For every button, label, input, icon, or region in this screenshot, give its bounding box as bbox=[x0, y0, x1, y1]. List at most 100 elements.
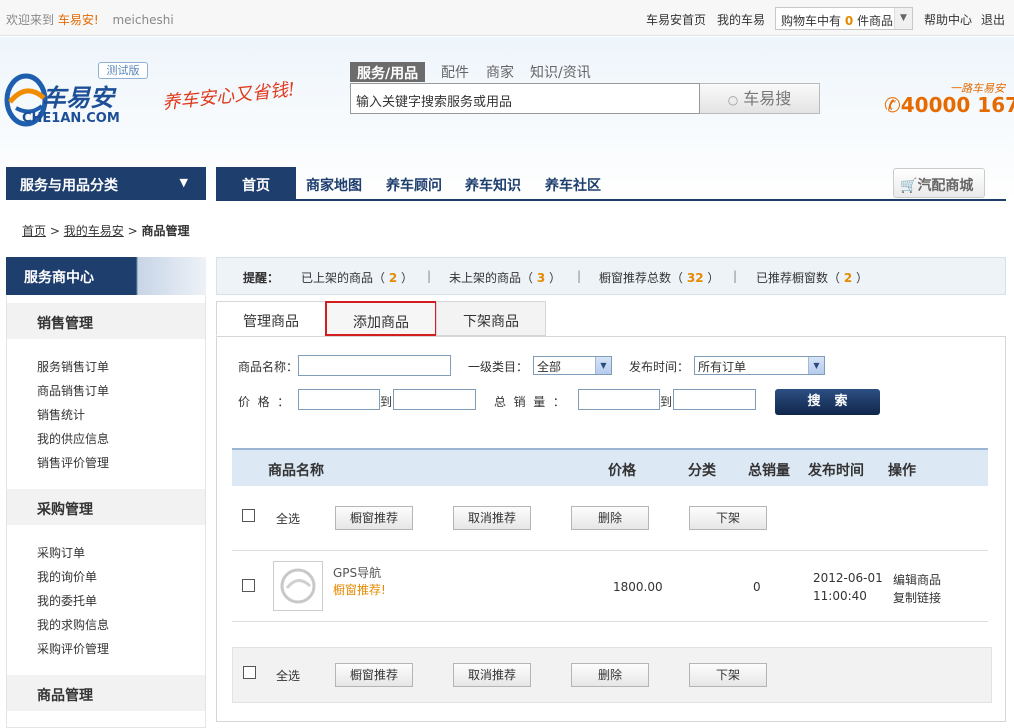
table-header: 商品名称 价格 分类 总销量 发布时间 操作 bbox=[232, 448, 988, 486]
category-select-value: 全部 bbox=[537, 360, 562, 374]
nav-car-community[interactable]: 养车社区 bbox=[545, 167, 601, 200]
filter-search-button[interactable]: 搜索 bbox=[775, 389, 880, 415]
search-input[interactable]: 输入关键字搜索服务或用品 bbox=[350, 83, 700, 114]
window-recommend-button[interactable]: 橱窗推荐 bbox=[335, 506, 413, 530]
cart-dropdown[interactable]: 购物车中有 0 件商品 ▼ bbox=[775, 7, 913, 30]
cart-icon: 🛒 bbox=[900, 178, 918, 194]
col-actions: 操作 bbox=[888, 463, 916, 479]
sidebar-group-purchasing[interactable]: 采购管理 bbox=[7, 489, 205, 525]
reminder-unlisted[interactable]: 未上架的商品（ 3 ） bbox=[449, 269, 561, 286]
cancel-recommend-button-bottom[interactable]: 取消推荐 bbox=[453, 663, 531, 687]
caret-down-icon: ▼ bbox=[179, 176, 188, 189]
sales-to-label: 到 bbox=[660, 395, 673, 409]
product-thumbnail[interactable] bbox=[273, 561, 323, 611]
product-name-input[interactable] bbox=[298, 355, 451, 376]
product-time: 11:00:40 bbox=[813, 589, 867, 603]
tab-manage-products[interactable]: 管理商品 bbox=[216, 301, 326, 336]
parts-mall-button[interactable]: 🛒汽配商城 bbox=[893, 168, 985, 198]
sidebar-group-sales[interactable]: 销售管理 bbox=[7, 303, 205, 339]
sidebar-group-products[interactable]: 商品管理 bbox=[7, 675, 205, 711]
breadcrumb-current: 商品管理 bbox=[141, 224, 190, 238]
select-all-label-bottom: 全选 bbox=[276, 669, 301, 683]
sidebar-item-supply-info[interactable]: 我的供应信息 bbox=[37, 430, 109, 447]
sidebar-item-sales-stats[interactable]: 销售统计 bbox=[37, 406, 85, 423]
parts-mall-label: 汽配商城 bbox=[917, 178, 974, 194]
sidebar-item-wanted[interactable]: 我的求购信息 bbox=[37, 616, 109, 633]
reminder-unlisted-count: 3 bbox=[536, 271, 546, 285]
copy-link-link[interactable]: 复制链接 bbox=[893, 589, 941, 606]
nav-merchant-map[interactable]: 商家地图 bbox=[306, 167, 362, 200]
reminder-window-used[interactable]: 已推荐橱窗数（ 2 ） bbox=[756, 269, 868, 286]
reminder-unlisted-text: 未上架的商品 bbox=[449, 271, 522, 285]
my-account-link[interactable]: 我的车易 bbox=[717, 11, 765, 28]
phone-icon: ✆ bbox=[884, 93, 901, 117]
price-max-input[interactable] bbox=[393, 389, 476, 410]
reminder-window-total-count: 32 bbox=[686, 271, 704, 285]
sidebar-item-service-orders[interactable]: 服务销售订单 bbox=[37, 358, 109, 375]
search-button-label: 车易搜 bbox=[743, 89, 792, 108]
col-date: 发布时间 bbox=[808, 463, 864, 479]
reminder-label: 提醒： bbox=[243, 271, 280, 285]
publish-time-select[interactable]: 所有订单 ▼ bbox=[694, 356, 825, 375]
welcome-text: 欢迎来到 车易安! meicheshi bbox=[6, 11, 174, 28]
chevron-down-icon: ▼ bbox=[808, 357, 824, 374]
sidebar: 销售管理 服务销售订单 商品销售订单 销售统计 我的供应信息 销售评价管理 采购… bbox=[6, 295, 206, 728]
window-recommend-button-bottom[interactable]: 橱窗推荐 bbox=[335, 663, 413, 687]
nav-car-advisor[interactable]: 养车顾问 bbox=[386, 167, 442, 200]
select-all-checkbox[interactable] bbox=[242, 509, 255, 522]
breadcrumb-mine[interactable]: 我的车易安 bbox=[64, 224, 124, 238]
product-date: 2012-06-01 bbox=[813, 571, 883, 585]
logo-text: 车易安 bbox=[42, 84, 117, 112]
sales-max-input[interactable] bbox=[673, 389, 756, 410]
reminder-listed[interactable]: 已上架的商品（ 2 ） bbox=[301, 269, 413, 286]
product-name[interactable]: GPS导航 bbox=[333, 564, 381, 581]
nav-home[interactable]: 首页 bbox=[216, 167, 296, 200]
search-tab-merchants[interactable]: 商家 bbox=[486, 62, 514, 82]
search-tab-services[interactable]: 服务/用品 bbox=[350, 62, 426, 82]
product-placeholder-icon bbox=[280, 568, 316, 604]
main-nav: 首页 商家地图 养车顾问 养车知识 养车社区 bbox=[216, 167, 1006, 200]
breadcrumb: 首页 > 我的车易安 > 商品管理 bbox=[22, 222, 189, 239]
col-price: 价格 bbox=[608, 463, 636, 479]
sidebar-item-purchase-reviews[interactable]: 采购评价管理 bbox=[37, 640, 109, 657]
sidebar-item-commissions[interactable]: 我的委托单 bbox=[37, 592, 97, 609]
sidebar-item-inquiries[interactable]: 我的询价单 bbox=[37, 568, 97, 585]
category-label: 一级类目： bbox=[468, 360, 529, 374]
hotline: ✆40000 16712 bbox=[884, 93, 1014, 117]
category-menu-label: 服务与用品分类 bbox=[20, 178, 118, 194]
category-select[interactable]: 全部 ▼ bbox=[533, 356, 612, 375]
brand-link[interactable]: 车易安! bbox=[58, 13, 99, 27]
sidebar-item-sales-reviews[interactable]: 销售评价管理 bbox=[37, 454, 109, 471]
breadcrumb-sep: > bbox=[127, 224, 138, 238]
sales-label: 总 销 量 ： bbox=[494, 395, 565, 409]
tab-add-product[interactable]: 添加商品 bbox=[325, 301, 437, 336]
select-all-checkbox-bottom[interactable] bbox=[243, 666, 256, 679]
cancel-recommend-button[interactable]: 取消推荐 bbox=[453, 506, 531, 530]
search-button[interactable]: ○ 车易搜 bbox=[700, 83, 820, 114]
chevron-down-icon: ▼ bbox=[894, 8, 912, 29]
breadcrumb-sep: > bbox=[49, 224, 60, 238]
reminder-bar: 提醒： 已上架的商品（ 2 ） | 未上架的商品（ 3 ） | 橱窗推荐总数（ … bbox=[216, 257, 1006, 295]
tab-delisted-products[interactable]: 下架商品 bbox=[436, 301, 546, 336]
price-min-input[interactable] bbox=[298, 389, 380, 410]
sidebar-item-product-orders[interactable]: 商品销售订单 bbox=[37, 382, 109, 399]
delist-button[interactable]: 下架 bbox=[689, 506, 767, 530]
nav-car-knowledge[interactable]: 养车知识 bbox=[465, 167, 521, 200]
search-tab-knowledge[interactable]: 知识/资讯 bbox=[530, 62, 591, 82]
select-all-label: 全选 bbox=[276, 512, 301, 526]
delist-button-bottom[interactable]: 下架 bbox=[689, 663, 767, 687]
reminder-window-used-text: 已推荐橱窗数 bbox=[756, 271, 829, 285]
sales-min-input[interactable] bbox=[578, 389, 660, 410]
logout-link[interactable]: 退出 bbox=[981, 11, 1005, 28]
delete-button[interactable]: 删除 bbox=[571, 506, 649, 530]
home-link[interactable]: 车易安首页 bbox=[646, 11, 706, 28]
search-tab-parts[interactable]: 配件 bbox=[441, 62, 469, 82]
category-menu[interactable]: 服务与用品分类 ▼ bbox=[6, 167, 206, 200]
sidebar-item-purchase-orders[interactable]: 采购订单 bbox=[37, 544, 85, 561]
edit-product-link[interactable]: 编辑商品 bbox=[893, 571, 941, 588]
breadcrumb-home[interactable]: 首页 bbox=[22, 224, 46, 238]
delete-button-bottom[interactable]: 删除 bbox=[571, 663, 649, 687]
help-link[interactable]: 帮助中心 bbox=[924, 11, 972, 28]
reminder-window-total[interactable]: 橱窗推荐总数（ 32 ） bbox=[599, 269, 719, 286]
row-checkbox[interactable] bbox=[242, 579, 255, 592]
